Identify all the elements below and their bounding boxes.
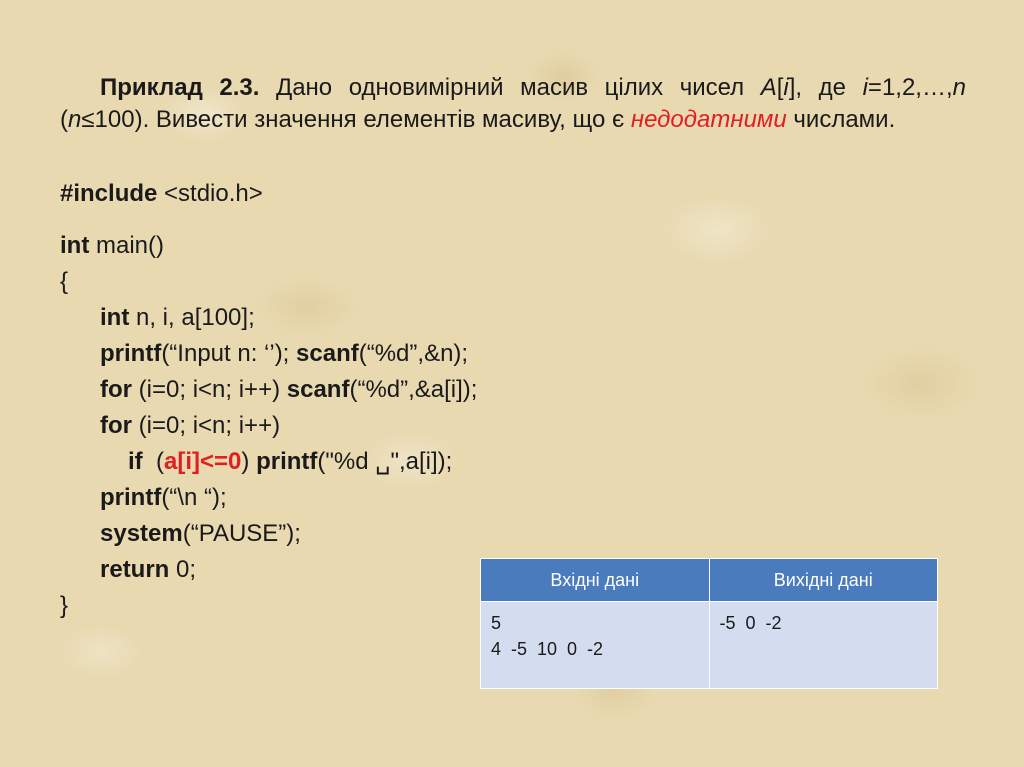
l6-rest: (“\n “);	[161, 484, 227, 511]
code-line-1: int n, i, a[100];	[100, 300, 255, 336]
l5-rest: ("%d ␣",a[i]);	[317, 448, 453, 475]
l4-rest: (i=0; i<n; i++)	[132, 412, 281, 439]
task-text-4: ≤100). Вивести значення елементів масиву…	[81, 106, 631, 133]
task-text-2: =1,2,…,	[867, 74, 953, 101]
task-text-3: (	[60, 106, 68, 133]
io-input-cell: 5 4 -5 10 0 -2	[480, 601, 710, 689]
code-line-5: if (a[i]<=0) printf("%d ␣",a[i]);	[128, 444, 452, 480]
l2-rest: (“Input n: ‘’);	[161, 340, 297, 367]
code-line-8: return 0;	[100, 552, 196, 588]
code-line-3: for (i=0; i<n; i++) scanf(“%d”,&a[i]);	[100, 372, 477, 408]
code-block: #include <stdio.h> int main() { int n, i…	[60, 176, 477, 680]
l5-pre: (	[142, 448, 164, 475]
task-bracket-close: ], де	[788, 74, 863, 101]
task-var-n: n	[952, 74, 966, 101]
l4-keyword: for	[100, 412, 132, 439]
io-input-line-2: 4 -5 10 0 -2	[491, 639, 604, 659]
l7-keyword: system	[100, 520, 183, 547]
int-keyword: int	[60, 232, 90, 259]
code-line-4: for (i=0; i<n; i++)	[100, 408, 280, 444]
include-rest: <stdio.h>	[157, 180, 263, 207]
task-text-5: числами.	[786, 106, 896, 133]
io-table-header-row: Вхідні дані Вихідні дані	[480, 558, 938, 602]
main-rest: main()	[89, 232, 164, 259]
l8-keyword: return	[100, 556, 170, 583]
l8-rest: 0;	[169, 556, 197, 583]
l5-condition: a[i]<=0	[164, 448, 242, 475]
code-line-6: printf(“\n “);	[100, 480, 227, 516]
l5-post: )	[241, 448, 257, 475]
io-output-cell: -5 0 -2	[708, 601, 938, 689]
code-include-line: #include <stdio.h>	[60, 176, 263, 212]
code-line-7: system(“PAUSE”);	[100, 516, 301, 552]
code-brace-open: {	[60, 268, 69, 295]
task-var-a: A	[760, 74, 777, 101]
l6-keyword: printf	[100, 484, 162, 511]
include-keyword: #include	[60, 180, 158, 207]
l3-keyword-2: scanf	[286, 376, 350, 403]
code-brace-close: }	[60, 592, 69, 619]
code-line-2: printf(“Input n: ‘’); scanf(“%d”,&n);	[100, 336, 468, 372]
io-table: Вхідні дані Вихідні дані 5 4 -5 10 0 -2 -…	[480, 558, 938, 689]
task-var-n2: n	[68, 106, 82, 133]
task-label: Приклад 2.3.	[100, 74, 260, 101]
io-header-output: Вихідні дані	[708, 558, 938, 602]
l5-keyword-2: printf	[256, 448, 318, 475]
l2-keyword-2: scanf	[296, 340, 359, 367]
io-header-input: Вхідні дані	[480, 558, 710, 602]
l3-keyword: for	[100, 376, 132, 403]
l7-rest: (“PAUSE”);	[182, 520, 301, 547]
l2-rest-2: (“%d”,&n);	[358, 340, 469, 367]
slide: Приклад 2.3. Дано одновимірний масив ціл…	[0, 0, 1024, 767]
code-main-line: int main()	[60, 228, 164, 264]
task-paragraph: Приклад 2.3. Дано одновимірний масив ціл…	[60, 72, 966, 136]
task-highlight: недодатними	[630, 106, 787, 133]
l1-keyword: int	[100, 304, 130, 331]
l1-rest: n, i, a[100];	[129, 304, 255, 331]
io-table-row: 5 4 -5 10 0 -2 -5 0 -2	[480, 601, 938, 689]
l3-rest-2: (“%d”,&a[i]);	[349, 376, 478, 403]
l3-rest: (i=0; i<n; i++)	[132, 376, 287, 403]
task-text-1: Дано одновимірний масив цілих чисел	[259, 74, 761, 101]
io-input-line-1: 5	[491, 613, 502, 633]
io-output-line-1: -5 0 -2	[719, 613, 782, 633]
l2-keyword: printf	[100, 340, 162, 367]
l5-keyword: if	[128, 448, 143, 475]
